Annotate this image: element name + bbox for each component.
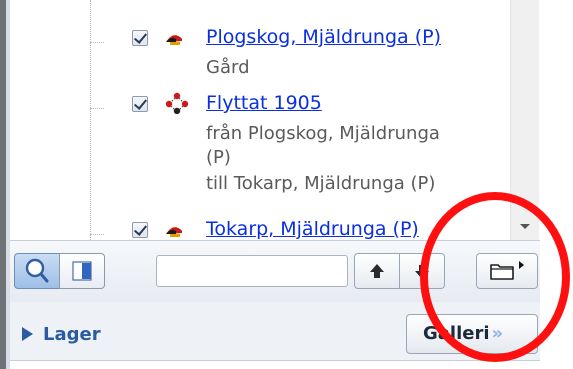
lager-label: Lager — [43, 324, 101, 345]
double-chevron-icon: » — [491, 323, 504, 344]
tree-item-link[interactable]: Plogskog, Mjäldrunga (P) — [206, 26, 441, 48]
tree-item-detail: (P) — [206, 147, 231, 168]
search-mode-button[interactable] — [14, 253, 60, 289]
tree-item-link[interactable]: Flyttat 1905 — [206, 92, 322, 114]
galleri-button[interactable]: Galleri» — [406, 314, 538, 354]
folder-menu-button[interactable] — [476, 253, 538, 289]
galleri-label: Galleri — [423, 323, 490, 344]
lager-toggle[interactable]: Lager — [22, 324, 101, 345]
tree-item-link[interactable]: Tokarp, Mjäldrunga (P) — [206, 218, 419, 240]
tree-item-detail: från Plogskog, Mjäldrunga — [206, 123, 440, 144]
search-input[interactable] — [156, 255, 348, 287]
expand-arrow-icon — [22, 327, 33, 341]
tree-item: Tokarp, Mjäldrunga (P) — [90, 218, 506, 240]
tree-item-checkbox[interactable] — [132, 30, 148, 46]
folder-icon — [490, 261, 524, 280]
tree-item: Plogskog, Mjäldrunga (P) Gård — [90, 26, 506, 86]
tree-item-type: Gård — [206, 57, 250, 78]
tree-item-detail: till Tokarp, Mjäldrunga (P) — [206, 173, 436, 194]
tree-view: Plogskog, Mjäldrunga (P) Gård Flyttat 19… — [10, 0, 510, 240]
move-event-icon — [165, 92, 189, 114]
tree-item-checkbox[interactable] — [132, 222, 148, 238]
farm-icon — [166, 35, 182, 45]
legend-mode-button[interactable] — [59, 253, 105, 289]
arrow-up-icon — [370, 264, 384, 278]
arrow-down-icon — [415, 265, 429, 279]
tree-guide-line — [90, 0, 91, 240]
previous-match-button[interactable] — [354, 253, 400, 289]
vertical-scrollbar[interactable] — [510, 0, 539, 240]
legend-icon — [72, 261, 92, 281]
search-icon — [25, 258, 49, 283]
bottom-bar: Lager Galleri» — [10, 302, 540, 360]
scroll-down-arrow-icon[interactable] — [520, 224, 530, 229]
tree-connector — [90, 234, 104, 235]
farm-icon — [166, 227, 182, 237]
next-match-button[interactable] — [399, 253, 445, 289]
search-toolbar — [10, 240, 540, 304]
app-window: Plogskog, Mjäldrunga (P) Gård Flyttat 19… — [0, 0, 573, 369]
tree-item-checkbox[interactable] — [132, 96, 148, 112]
tree-connector — [90, 108, 104, 109]
divider — [10, 360, 540, 361]
tree-connector — [90, 42, 104, 43]
tree-item: Flyttat 1905 från Plogskog, Mjäldrunga (… — [90, 92, 506, 202]
